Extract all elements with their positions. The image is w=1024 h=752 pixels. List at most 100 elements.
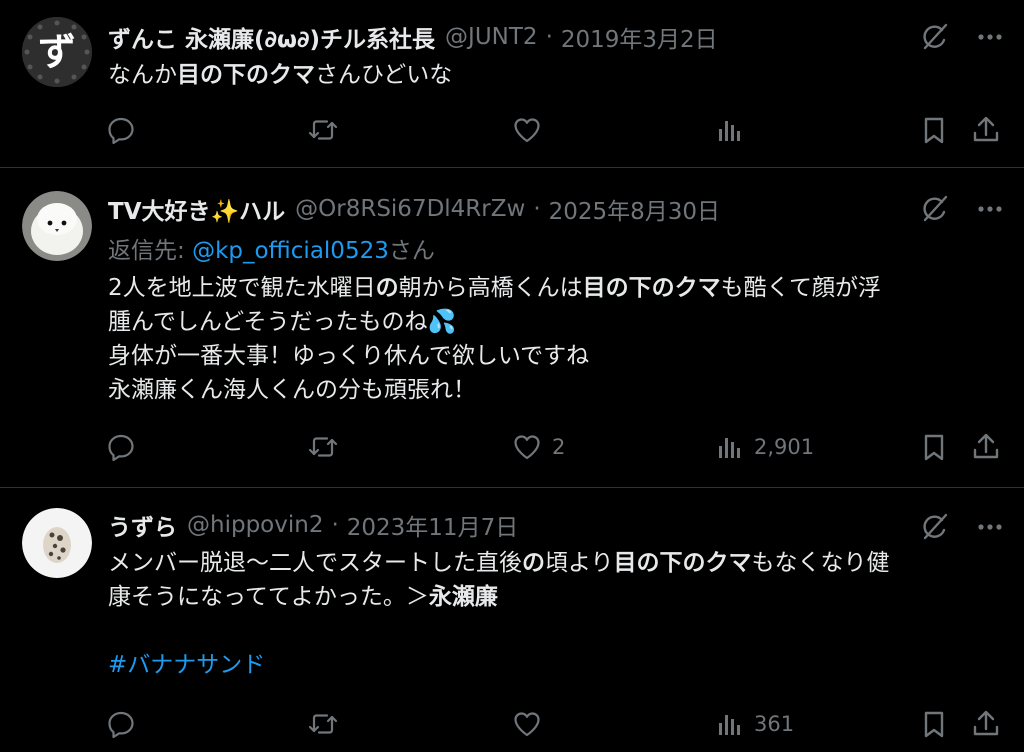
post[interactable]: ず ずんこ 永瀬廉(∂ω∂)チル系社長 @JUNT2 · 2019年3月2日 な… bbox=[0, 0, 1024, 168]
highlighted-text: 目の下のクマ bbox=[177, 62, 315, 88]
display-name[interactable]: TV大好き✨ハル bbox=[108, 192, 285, 226]
avatar[interactable]: ず bbox=[22, 17, 92, 87]
bookmark-button[interactable] bbox=[920, 113, 948, 147]
like-icon bbox=[512, 115, 542, 145]
post[interactable]: うずら @hippovin2 · 2023年11月7日 メンバー脱退〜二人でスタ… bbox=[0, 488, 1024, 752]
text-line: 身体が一番大事！ゆっくり休んで欲しいですね bbox=[108, 339, 998, 373]
text-line bbox=[108, 614, 998, 648]
highlighted-text: 永瀬廉 bbox=[428, 584, 498, 610]
text-segment: メンバー脱退〜二人でスタートした直後 bbox=[108, 550, 522, 576]
bookmark-button[interactable] bbox=[920, 707, 948, 741]
action-bar: 361 bbox=[0, 707, 1024, 741]
reply-mention-link[interactable]: @kp_official0523 bbox=[192, 238, 389, 264]
text-segment: 頃より bbox=[545, 550, 614, 576]
action-bar bbox=[0, 113, 1024, 147]
post-text: なんか目の下のクマさんひどいな bbox=[108, 58, 998, 92]
reply-suffix: さん bbox=[388, 238, 435, 264]
post-text: メンバー脱退〜二人でスタートした直後の頃より目の下のクマもなくなり健康そうになっ… bbox=[108, 546, 998, 682]
separator-dot: · bbox=[331, 512, 339, 538]
views-count: 361 bbox=[754, 712, 795, 736]
share-icon bbox=[971, 115, 1001, 145]
text-line: 腫んでしんどそうだったものね💦 bbox=[108, 305, 998, 339]
reply-context: 返信先: @kp_official0523さん bbox=[108, 231, 435, 265]
highlighted-text: の bbox=[522, 550, 545, 576]
text-line: #バナナサンド bbox=[108, 648, 998, 682]
highlighted-text: 目の下のクマ bbox=[613, 550, 752, 576]
text-line: 永瀬廉くん海人くんの分も頑張れ！ bbox=[108, 373, 998, 407]
action-bar: 2 2,901 bbox=[0, 430, 1024, 464]
handle[interactable]: @Or8RSi67Dl4RrZw bbox=[295, 196, 525, 222]
repost-button[interactable] bbox=[307, 113, 339, 147]
views-button[interactable]: 361 bbox=[716, 707, 794, 741]
avatar-image: ず bbox=[22, 17, 92, 87]
highlighted-text: 目の下のクマ bbox=[582, 275, 721, 301]
views-button[interactable] bbox=[716, 113, 744, 147]
avatar[interactable] bbox=[22, 508, 92, 578]
share-icon bbox=[971, 709, 1001, 739]
more-icon[interactable] bbox=[976, 513, 1004, 541]
views-count: 2,901 bbox=[754, 435, 815, 459]
views-icon bbox=[716, 432, 744, 462]
grok-icon[interactable] bbox=[918, 193, 950, 225]
more-icon[interactable] bbox=[976, 195, 1004, 223]
display-name[interactable]: ずんこ 永瀬廉(∂ω∂)チル系社長 bbox=[108, 20, 435, 54]
reply-icon bbox=[106, 432, 136, 462]
repost-button[interactable] bbox=[307, 707, 339, 741]
post-date[interactable]: 2025年8月30日 bbox=[549, 192, 720, 226]
share-button[interactable] bbox=[971, 707, 1001, 741]
post[interactable]: TV大好き✨ハル @Or8RSi67Dl4RrZw · 2025年8月30日 返… bbox=[0, 168, 1024, 488]
post-header: うずら @hippovin2 · 2023年11月7日 bbox=[108, 508, 518, 542]
post-date[interactable]: 2019年3月2日 bbox=[561, 20, 718, 54]
reply-icon bbox=[106, 709, 136, 739]
post-header: TV大好き✨ハル @Or8RSi67Dl4RrZw · 2025年8月30日 bbox=[108, 192, 720, 226]
separator-dot: · bbox=[533, 196, 541, 222]
avatar[interactable] bbox=[22, 191, 92, 261]
like-button[interactable] bbox=[512, 707, 542, 741]
post-header: ずんこ 永瀬廉(∂ω∂)チル系社長 @JUNT2 · 2019年3月2日 bbox=[108, 20, 718, 54]
text-segment: 永瀬廉くん海人くんの分も頑張れ！ bbox=[108, 377, 476, 403]
repost-button[interactable] bbox=[307, 430, 339, 464]
handle[interactable]: @hippovin2 bbox=[187, 512, 323, 538]
reply-prefix: 返信先: bbox=[108, 238, 193, 264]
highlighted-text: の bbox=[375, 275, 399, 301]
display-name[interactable]: うずら bbox=[108, 508, 177, 542]
post-date[interactable]: 2023年11月7日 bbox=[347, 508, 518, 542]
bookmark-icon bbox=[920, 115, 948, 145]
repost-icon bbox=[307, 115, 339, 145]
grok-icon[interactable] bbox=[918, 21, 950, 53]
reply-button[interactable] bbox=[106, 430, 136, 464]
hashtag-link[interactable]: #バナナサンド bbox=[108, 652, 265, 678]
text-segment: 康そうになっててよかった。＞ bbox=[108, 584, 429, 610]
reply-button[interactable] bbox=[106, 707, 136, 741]
share-button[interactable] bbox=[971, 430, 1001, 464]
text-segment: 2人を地上波で観た水曜日 bbox=[108, 275, 376, 301]
avatar-text: ず bbox=[38, 30, 76, 74]
likes-count: 2 bbox=[552, 435, 566, 459]
reply-button[interactable] bbox=[106, 113, 136, 147]
text-line: 2人を地上波で観た水曜日の朝から高橋くんは目の下のクマも酷くて顔が浮 bbox=[108, 271, 998, 305]
bookmark-icon bbox=[920, 432, 948, 462]
reply-icon bbox=[106, 115, 136, 145]
text-segment: もなくなり健 bbox=[751, 550, 890, 576]
bookmark-button[interactable] bbox=[920, 430, 948, 464]
like-icon bbox=[512, 709, 542, 739]
views-icon bbox=[716, 709, 744, 739]
like-button[interactable]: 2 bbox=[512, 430, 565, 464]
text-segment: なんか bbox=[108, 62, 177, 88]
text-line: なんか目の下のクマさんひどいな bbox=[108, 58, 998, 92]
text-line: 康そうになっててよかった。＞永瀬廉 bbox=[108, 580, 998, 614]
grok-icon[interactable] bbox=[918, 511, 950, 543]
text-segment: 腫んでしんどそうだったものね💦 bbox=[108, 309, 457, 335]
post-text: 2人を地上波で観た水曜日の朝から高橋くんは目の下のクマも酷くて顔が浮腫んでしんど… bbox=[108, 271, 998, 407]
more-icon[interactable] bbox=[976, 23, 1004, 51]
handle[interactable]: @JUNT2 bbox=[445, 24, 538, 50]
views-button[interactable]: 2,901 bbox=[716, 430, 814, 464]
like-icon bbox=[512, 432, 542, 462]
text-segment: も酷くて顔が浮 bbox=[720, 275, 881, 301]
avatar-image bbox=[22, 508, 92, 578]
avatar-image bbox=[22, 191, 92, 261]
bookmark-icon bbox=[920, 709, 948, 739]
repost-icon bbox=[307, 709, 339, 739]
share-button[interactable] bbox=[971, 113, 1001, 147]
like-button[interactable] bbox=[512, 113, 542, 147]
